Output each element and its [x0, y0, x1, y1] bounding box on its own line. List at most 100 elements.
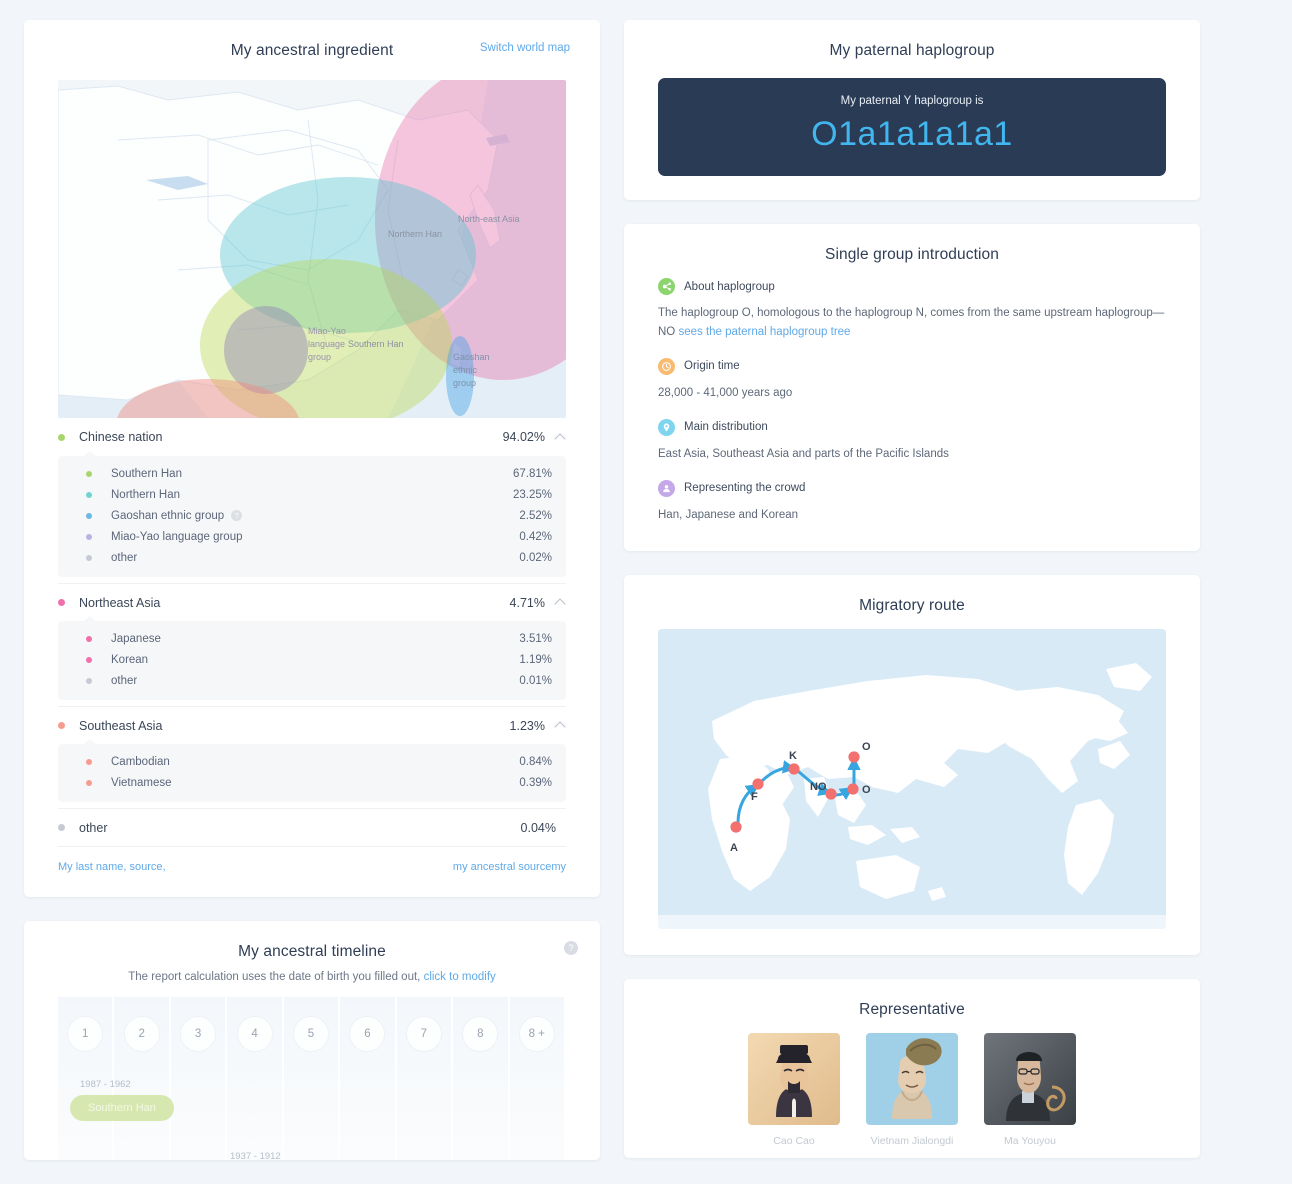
- group-value: 0.04%: [520, 820, 556, 835]
- haplogroup-tree-link[interactable]: sees the paternal haplogroup tree: [678, 326, 850, 338]
- item-value: 0.01%: [519, 674, 552, 687]
- item-label: other: [111, 551, 138, 564]
- person-glyph: [663, 484, 670, 493]
- generation-circle[interactable]: 5: [292, 1016, 329, 1052]
- generation-circle[interactable]: 8 +: [518, 1016, 555, 1052]
- chevron-up-icon[interactable]: [555, 432, 566, 443]
- avatar[interactable]: [984, 1032, 1076, 1125]
- group-value: 94.02%: [502, 430, 545, 444]
- group-header-northeast-asia[interactable]: Northeast Asia 4.71%: [58, 583, 566, 621]
- timeline-track: 1 2 3 4 5 6 7 8 8 + 1987 - 1962 Southern…: [58, 997, 566, 1160]
- list-item[interactable]: Korean 1.19%: [72, 649, 552, 670]
- group-dot: [58, 599, 65, 606]
- timeline-generation-column[interactable]: 3: [170, 997, 228, 1160]
- migration-point-label-k: K: [789, 749, 797, 762]
- item-label: Gaoshan ethnic group: [111, 509, 225, 522]
- item-value: 0.02%: [519, 551, 552, 564]
- generation-circle[interactable]: 6: [349, 1016, 386, 1052]
- location-pin-glyph: [663, 423, 670, 432]
- timeline-generation-column[interactable]: 8: [453, 997, 510, 1160]
- group-label: Chinese nation: [79, 430, 163, 444]
- intro-item-representing-crowd: Representing the crowd Han, Japanese and…: [658, 479, 1166, 525]
- avatar[interactable]: [748, 1032, 840, 1125]
- intro-item-main-distribution: Main distribution East Asia, Southeast A…: [658, 418, 1166, 464]
- network-node-glyph: [662, 282, 671, 291]
- item-value: 0.42%: [519, 530, 552, 543]
- ingredient-footer: My last name, source, my ancestral sourc…: [58, 846, 566, 889]
- migration-point-label-o1: O: [862, 783, 871, 796]
- timeline-year-range: 1937 - 1912: [230, 1151, 281, 1160]
- introduction-body: About haplogroup The haplogroup O, homol…: [624, 278, 1200, 551]
- migration-point-label-f: F: [751, 790, 758, 803]
- list-item[interactable]: Miao-Yao language group 0.42%: [72, 526, 552, 547]
- item-dot: [86, 677, 92, 684]
- asia-ancestry-map[interactable]: North-east Asia Northern Han Southern Ha…: [58, 80, 566, 418]
- list-item[interactable]: Vietnamese 0.39%: [72, 772, 552, 793]
- generation-circle[interactable]: 4: [236, 1016, 273, 1052]
- migration-title: Migratory route: [859, 596, 965, 614]
- generation-circle[interactable]: 1: [67, 1016, 104, 1052]
- item-label: Miao-Yao language group: [111, 530, 243, 543]
- list-item[interactable]: Cambodian 0.84%: [72, 751, 552, 772]
- click-to-modify-link[interactable]: click to modify: [424, 971, 496, 983]
- list-item[interactable]: other 0.01%: [72, 670, 552, 691]
- list-item[interactable]: Gaoshan ethnic group? 2.52%: [72, 505, 552, 526]
- ingredient-header: My ancestral ingredient Switch world map: [24, 20, 600, 74]
- question-mark-icon[interactable]: ?: [564, 941, 578, 955]
- group-header-southeast-asia[interactable]: Southeast Asia 1.23%: [58, 706, 566, 744]
- timeline-generation-column[interactable]: 8 +: [509, 997, 566, 1160]
- generation-circle[interactable]: 8: [462, 1016, 499, 1052]
- paternal-haplogroup-card: My paternal haplogroup My paternal Y hap…: [624, 20, 1200, 200]
- clock-glyph: [662, 362, 671, 371]
- list-item[interactable]: Ma Youyou: [984, 1032, 1076, 1148]
- list-item[interactable]: Vietnam Jialongdi: [866, 1032, 958, 1148]
- group-dot: [58, 433, 65, 441]
- ancestral-source-link[interactable]: my ancestral sourcemy: [453, 861, 566, 873]
- group-label: other: [79, 820, 108, 835]
- chevron-up-icon[interactable]: [555, 720, 566, 731]
- intro-label: Representing the crowd: [684, 482, 806, 495]
- generation-circle[interactable]: 7: [405, 1016, 442, 1052]
- item-value: 3.51%: [519, 632, 552, 645]
- generation-circle[interactable]: 2: [123, 1016, 160, 1052]
- list-item[interactable]: other 0.02%: [72, 547, 552, 568]
- timeline-generation-column[interactable]: 7: [396, 997, 454, 1160]
- last-name-source-link[interactable]: My last name, source,: [58, 861, 166, 873]
- item-dot: [86, 758, 92, 765]
- item-value: 0.39%: [519, 776, 552, 789]
- timeline-generation-column[interactable]: 4: [227, 997, 284, 1160]
- world-map-graphic: [658, 628, 1166, 929]
- generation-circle[interactable]: 3: [180, 1016, 217, 1052]
- item-value: 1.19%: [519, 653, 552, 666]
- representative-name: Ma Youyou: [1004, 1134, 1056, 1147]
- timeline-generation-column[interactable]: 5: [283, 997, 341, 1160]
- intro-item-origin-time: Origin time 28,000 - 41,000 years ago: [658, 357, 1166, 403]
- intro-text: Han, Japanese and Korean: [658, 508, 799, 521]
- switch-world-map-link[interactable]: Switch world map: [480, 42, 570, 54]
- timeline-ancestry-pill[interactable]: Southern Han: [70, 1095, 174, 1121]
- item-label: Southern Han: [111, 467, 182, 480]
- right-column: My paternal haplogroup My paternal Y hap…: [624, 20, 1200, 1184]
- chevron-up-icon[interactable]: [555, 597, 566, 608]
- item-value: 0.84%: [519, 755, 552, 768]
- group-value: 1.23%: [509, 718, 545, 733]
- group-body-chinese-nation: Southern Han 67.81% Northern Han 23.25% …: [58, 451, 566, 577]
- timeline-year-range: 1987 - 1962: [80, 1079, 131, 1090]
- intro-text: 28,000 - 41,000 years ago: [658, 386, 793, 399]
- group-header-other: other 0.04%: [58, 808, 566, 846]
- intro-text: East Asia, Southeast Asia and parts of t…: [658, 447, 949, 460]
- group-header-chinese-nation[interactable]: Chinese nation 94.02%: [58, 418, 566, 456]
- world-migration-map[interactable]: A F K NO O O: [658, 628, 1166, 929]
- question-mark-icon[interactable]: ?: [231, 510, 243, 521]
- timeline-generation-column[interactable]: 6: [340, 997, 397, 1160]
- ancestry-groups: Chinese nation 94.02% Southern Han 67.81…: [58, 418, 566, 846]
- list-item[interactable]: Japanese 3.51%: [72, 628, 552, 649]
- list-item[interactable]: Cao Cao: [748, 1032, 840, 1148]
- avatar[interactable]: [866, 1032, 958, 1125]
- list-item[interactable]: Northern Han 23.25%: [72, 484, 552, 505]
- item-dot: [86, 635, 92, 642]
- person-icon: [658, 479, 675, 497]
- group-dot: [58, 722, 65, 729]
- ancestral-ingredient-card: My ancestral ingredient Switch world map: [24, 20, 600, 897]
- list-item[interactable]: Southern Han 67.81%: [72, 463, 552, 484]
